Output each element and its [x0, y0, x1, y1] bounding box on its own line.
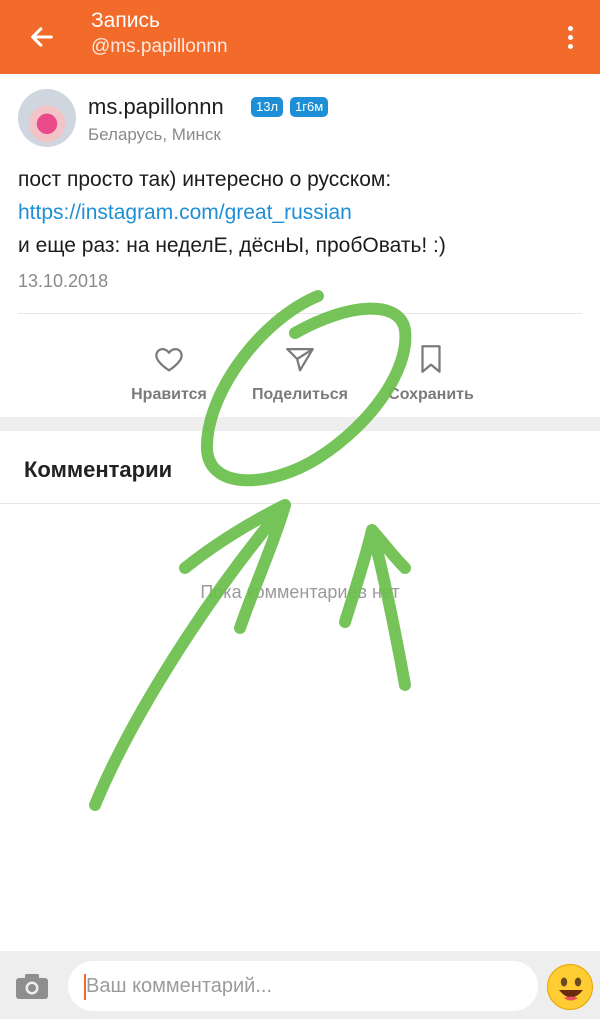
app-bar-titles: Запись @ms.papillonnn	[91, 8, 228, 60]
camera-button[interactable]	[14, 971, 50, 1001]
annotation-arrow-left	[89, 499, 291, 811]
annotation-arrow-right	[339, 524, 411, 691]
text-caret	[84, 974, 86, 1000]
divider	[0, 503, 600, 504]
comment-input[interactable]	[68, 961, 538, 1011]
age-badge: 13л	[251, 97, 284, 117]
post-link[interactable]: https://instagram.com/great_russian	[18, 196, 588, 229]
like-label: Нравится	[131, 386, 207, 403]
divider	[18, 313, 582, 314]
bookmark-icon	[421, 345, 441, 373]
emoji-button[interactable]	[547, 964, 593, 1010]
empty-comments-text: Пока комментариев нет	[200, 582, 400, 602]
post-date: 13.10.2018	[18, 271, 109, 291]
save-button[interactable]: Сохранить	[361, 342, 501, 412]
post-line-3: и еще раз: на неделЕ, дёснЫ, пробОвать! …	[18, 234, 446, 257]
section-gap	[0, 417, 600, 431]
account-age-badge: 1г6м	[290, 97, 329, 117]
post-text: пост просто так) интересно о русском: ht…	[18, 163, 588, 262]
back-button[interactable]	[22, 17, 62, 57]
author-name[interactable]: ms.papillonnn	[88, 94, 224, 120]
comment-composer	[0, 951, 600, 1019]
share-label: Поделиться	[251, 386, 349, 403]
page-title: Запись	[91, 9, 160, 32]
arrow-left-icon	[31, 27, 53, 47]
share-button[interactable]: Поделиться	[230, 342, 370, 412]
annotation-overlay	[89, 290, 412, 811]
comments-heading: Комментарии	[24, 457, 173, 482]
camera-icon	[16, 974, 48, 999]
more-menu-button[interactable]	[552, 17, 588, 57]
avatar[interactable]	[18, 89, 76, 147]
app-bar: Запись @ms.papillonnn	[0, 0, 600, 74]
post-line-1: пост просто так) интересно о русском:	[18, 168, 392, 191]
heart-icon	[155, 347, 183, 372]
more-vertical-icon	[567, 25, 573, 31]
send-icon	[286, 347, 314, 372]
like-button[interactable]: Нравится	[99, 342, 239, 412]
author-location: Беларусь, Минск	[88, 125, 221, 144]
emoji-smile-icon	[559, 977, 583, 1001]
page-subtitle: @ms.papillonnn	[91, 36, 228, 57]
save-label: Сохранить	[388, 386, 474, 403]
